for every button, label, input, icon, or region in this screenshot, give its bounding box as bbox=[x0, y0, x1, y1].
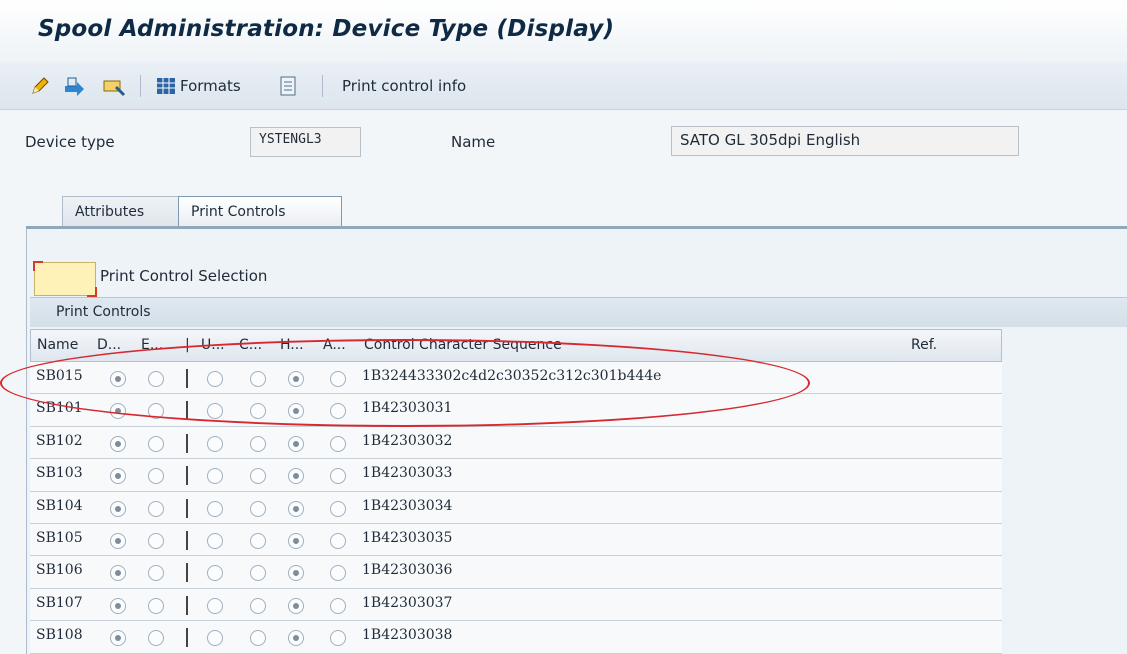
radio-a[interactable] bbox=[330, 532, 346, 549]
radio-h[interactable] bbox=[288, 565, 304, 582]
pencil-icon[interactable] bbox=[28, 74, 52, 98]
radio-h[interactable] bbox=[288, 468, 304, 485]
row-separator-bar bbox=[186, 498, 188, 518]
print-control-selection-label: Print Control Selection bbox=[100, 267, 268, 285]
radio-a[interactable] bbox=[330, 565, 346, 582]
radio-c[interactable] bbox=[250, 565, 266, 582]
radio-h[interactable] bbox=[288, 630, 304, 647]
radio-c[interactable] bbox=[250, 435, 266, 452]
radio-d[interactable] bbox=[110, 565, 126, 582]
radio-e[interactable] bbox=[148, 532, 164, 549]
row-name: SB104 bbox=[36, 497, 83, 514]
radio-a[interactable] bbox=[330, 597, 346, 614]
radio-d[interactable] bbox=[110, 532, 126, 549]
table-row[interactable]: SB106 1B42303036 bbox=[30, 556, 1002, 589]
row-name: SB105 bbox=[36, 529, 83, 546]
tab-print-controls[interactable]: Print Controls bbox=[178, 196, 342, 227]
radio-h[interactable] bbox=[288, 532, 304, 549]
table-row[interactable]: SB104 1B42303034 bbox=[30, 491, 1002, 524]
row-separator-bar bbox=[186, 433, 188, 453]
row-separator-bar bbox=[186, 628, 188, 648]
table-row[interactable]: SB102 1B42303032 bbox=[30, 426, 1002, 460]
device-type-field[interactable]: YSTENGL3 bbox=[250, 127, 361, 157]
column-header-d[interactable]: D... bbox=[97, 337, 121, 353]
document-icon[interactable] bbox=[278, 74, 298, 98]
row-control-sequence: 1B42303034 bbox=[362, 497, 453, 514]
column-header-name[interactable]: Name bbox=[37, 337, 78, 353]
radio-u[interactable] bbox=[207, 468, 223, 485]
radio-a[interactable] bbox=[330, 630, 346, 647]
column-header-ref[interactable]: Ref. bbox=[911, 337, 937, 353]
radio-d[interactable] bbox=[110, 468, 126, 485]
device-type-label: Device type bbox=[25, 133, 115, 151]
radio-d[interactable] bbox=[110, 500, 126, 517]
where-used-icon[interactable] bbox=[100, 74, 130, 98]
page-title: Spool Administration: Device Type (Displ… bbox=[38, 16, 615, 42]
print-control-info-button[interactable]: Print control info bbox=[342, 74, 466, 98]
transfer-icon[interactable] bbox=[62, 74, 90, 98]
row-name: SB107 bbox=[36, 594, 83, 611]
radio-h[interactable] bbox=[288, 597, 304, 614]
title-bar: Spool Administration: Device Type (Displ… bbox=[0, 0, 1127, 62]
print-control-selection-button[interactable] bbox=[33, 261, 97, 297]
row-control-sequence: 1B42303037 bbox=[362, 594, 453, 611]
radio-u[interactable] bbox=[207, 500, 223, 517]
formats-icon bbox=[157, 78, 175, 94]
name-label: Name bbox=[451, 133, 496, 151]
radio-a[interactable] bbox=[330, 468, 346, 485]
row-control-sequence: 1B42303035 bbox=[362, 529, 453, 546]
row-name: SB103 bbox=[36, 465, 83, 482]
radio-d[interactable] bbox=[110, 597, 126, 614]
print-controls-group-title: Print Controls bbox=[30, 297, 1127, 327]
radio-h[interactable] bbox=[288, 435, 304, 452]
radio-c[interactable] bbox=[250, 500, 266, 517]
toolbar-separator bbox=[322, 75, 323, 97]
formats-button[interactable]: Formats bbox=[156, 74, 241, 98]
radio-e[interactable] bbox=[148, 500, 164, 517]
radio-u[interactable] bbox=[207, 435, 223, 452]
radio-u[interactable] bbox=[207, 532, 223, 549]
radio-u[interactable] bbox=[207, 597, 223, 614]
radio-c[interactable] bbox=[250, 468, 266, 485]
radio-d[interactable] bbox=[110, 435, 126, 452]
radio-a[interactable] bbox=[330, 500, 346, 517]
row-control-sequence: 1B42303036 bbox=[362, 562, 453, 579]
row-name: SB102 bbox=[36, 432, 83, 449]
table-row[interactable]: SB105 1B42303035 bbox=[30, 523, 1002, 557]
application-toolbar: Formats Print control info bbox=[0, 62, 1127, 110]
table-row[interactable]: SB107 1B42303037 bbox=[30, 588, 1002, 622]
radio-e[interactable] bbox=[148, 468, 164, 485]
row-name: SB108 bbox=[36, 627, 83, 644]
print-control-info-label: Print control info bbox=[342, 77, 467, 95]
table-row[interactable]: SB103 1B42303033 bbox=[30, 459, 1002, 492]
toolbar-separator bbox=[140, 75, 141, 97]
radio-u[interactable] bbox=[207, 565, 223, 582]
row-name: SB106 bbox=[36, 562, 83, 579]
row-control-sequence: 1B42303033 bbox=[362, 465, 453, 482]
tab-attributes[interactable]: Attributes bbox=[62, 196, 180, 227]
radio-c[interactable] bbox=[250, 532, 266, 549]
radio-e[interactable] bbox=[148, 597, 164, 614]
radio-e[interactable] bbox=[148, 435, 164, 452]
radio-e[interactable] bbox=[148, 630, 164, 647]
row-separator-bar bbox=[186, 466, 188, 486]
formats-label: Formats bbox=[180, 77, 241, 95]
radio-u[interactable] bbox=[207, 630, 223, 647]
radio-e[interactable] bbox=[148, 565, 164, 582]
radio-d[interactable] bbox=[110, 630, 126, 647]
radio-a[interactable] bbox=[330, 435, 346, 452]
row-separator-bar bbox=[186, 563, 188, 583]
row-separator-bar bbox=[186, 530, 188, 550]
radio-c[interactable] bbox=[250, 630, 266, 647]
radio-h[interactable] bbox=[288, 500, 304, 517]
row-control-sequence: 1B42303038 bbox=[362, 627, 453, 644]
row-separator-bar bbox=[186, 595, 188, 615]
highlight-oval bbox=[0, 339, 810, 427]
row-control-sequence: 1B42303032 bbox=[362, 432, 453, 449]
table-row[interactable]: SB108 1B42303038 bbox=[30, 621, 1002, 654]
name-field[interactable]: SATO GL 305dpi English bbox=[671, 126, 1019, 156]
radio-c[interactable] bbox=[250, 597, 266, 614]
